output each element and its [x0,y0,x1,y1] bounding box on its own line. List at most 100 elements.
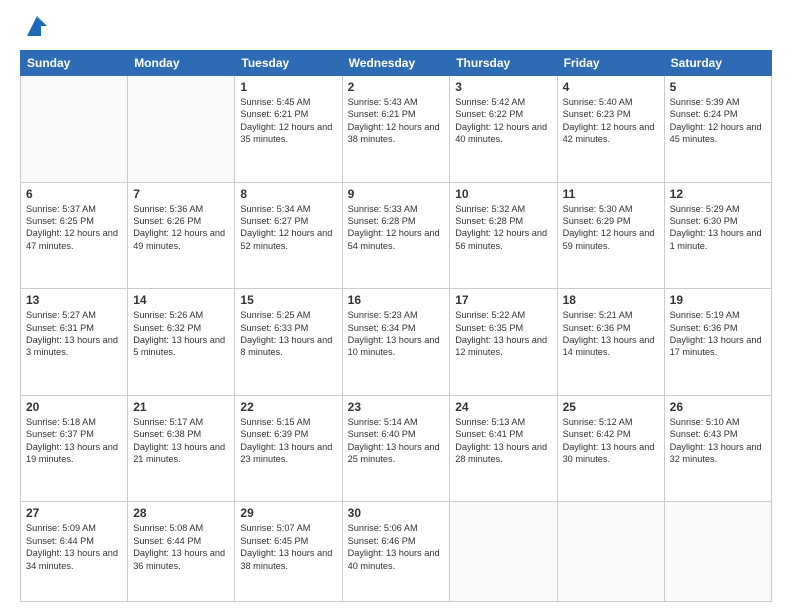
day-number: 12 [670,187,766,201]
calendar-cell: 15 Sunrise: 5:25 AM Sunset: 6:33 PM Dayli… [235,289,342,396]
cell-info: Sunrise: 5:19 AM Sunset: 6:36 PM Dayligh… [670,309,766,359]
calendar-cell: 6Sunrise: 5:37 AM Sunset: 6:25 PM Daylig… [21,182,128,289]
cell-info: Sunrise: 5:26 AM Sunset: 6:32 PM Dayligh… [133,309,229,359]
day-number: 17 [455,293,551,307]
calendar-cell: 23 Sunrise: 5:14 AM Sunset: 6:40 PM Dayli… [342,395,450,502]
calendar-cell: 5Sunrise: 5:39 AM Sunset: 6:24 PM Daylig… [664,76,771,183]
cell-info: Sunrise: 5:32 AM Sunset: 6:28 PM Dayligh… [455,203,551,253]
calendar-cell: 19 Sunrise: 5:19 AM Sunset: 6:36 PM Dayli… [664,289,771,396]
cell-info: Sunrise: 5:07 AM Sunset: 6:45 PM Dayligh… [240,522,336,572]
day-number: 26 [670,400,766,414]
cell-info: Sunrise: 5:36 AM Sunset: 6:26 PM Dayligh… [133,203,229,253]
day-number: 15 [240,293,336,307]
calendar-cell [450,502,557,602]
cell-info: Sunrise: 5:14 AM Sunset: 6:40 PM Dayligh… [348,416,445,466]
cell-info: Sunrise: 5:29 AM Sunset: 6:30 PM Dayligh… [670,203,766,253]
cell-info: Sunrise: 5:45 AM Sunset: 6:21 PM Dayligh… [240,96,336,146]
day-number: 18 [563,293,659,307]
calendar-cell [664,502,771,602]
cell-info: Sunrise: 5:12 AM Sunset: 6:42 PM Dayligh… [563,416,659,466]
header [20,16,772,40]
calendar-cell: 18 Sunrise: 5:21 AM Sunset: 6:36 PM Dayli… [557,289,664,396]
day-number: 23 [348,400,445,414]
cell-info: Sunrise: 5:43 AM Sunset: 6:21 PM Dayligh… [348,96,445,146]
day-number: 14 [133,293,229,307]
weekday-header-saturday: Saturday [664,51,771,76]
logo-icon [23,12,51,40]
calendar-cell [557,502,664,602]
calendar-cell: 30 Sunrise: 5:06 AM Sunset: 6:46 PM Dayli… [342,502,450,602]
calendar-cell: 9 Sunrise: 5:33 AM Sunset: 6:28 PM Daylig… [342,182,450,289]
calendar-cell: 12 Sunrise: 5:29 AM Sunset: 6:30 PM Dayli… [664,182,771,289]
day-number: 30 [348,506,445,520]
week-row-4: 20Sunrise: 5:18 AM Sunset: 6:37 PM Dayli… [21,395,772,502]
cell-info: Sunrise: 5:08 AM Sunset: 6:44 PM Dayligh… [133,522,229,572]
cell-info: Sunrise: 5:09 AM Sunset: 6:44 PM Dayligh… [26,522,122,572]
day-number: 29 [240,506,336,520]
calendar-cell: 28 Sunrise: 5:08 AM Sunset: 6:44 PM Dayli… [128,502,235,602]
day-number: 8 [240,187,336,201]
weekday-header-thursday: Thursday [450,51,557,76]
day-number: 20 [26,400,122,414]
calendar-cell [21,76,128,183]
day-number: 25 [563,400,659,414]
cell-info: Sunrise: 5:17 AM Sunset: 6:38 PM Dayligh… [133,416,229,466]
weekday-header-tuesday: Tuesday [235,51,342,76]
calendar-cell: 13 Sunrise: 5:27 AM Sunset: 6:31 PM Dayli… [21,289,128,396]
calendar-cell [128,76,235,183]
weekday-header-sunday: Sunday [21,51,128,76]
day-number: 24 [455,400,551,414]
cell-info: Sunrise: 5:13 AM Sunset: 6:41 PM Dayligh… [455,416,551,466]
calendar-table: SundayMondayTuesdayWednesdayThursdayFrid… [20,50,772,602]
cell-info: Sunrise: 5:39 AM Sunset: 6:24 PM Dayligh… [670,96,766,146]
cell-info: Sunrise: 5:10 AM Sunset: 6:43 PM Dayligh… [670,416,766,466]
day-number: 19 [670,293,766,307]
calendar-cell: 4Sunrise: 5:40 AM Sunset: 6:23 PM Daylig… [557,76,664,183]
day-number: 21 [133,400,229,414]
calendar-cell: 7 Sunrise: 5:36 AM Sunset: 6:26 PM Daylig… [128,182,235,289]
calendar-cell: 11 Sunrise: 5:30 AM Sunset: 6:29 PM Dayli… [557,182,664,289]
day-number: 10 [455,187,551,201]
cell-info: Sunrise: 5:27 AM Sunset: 6:31 PM Dayligh… [26,309,122,359]
day-number: 16 [348,293,445,307]
cell-info: Sunrise: 5:37 AM Sunset: 6:25 PM Dayligh… [26,203,122,253]
calendar-cell: 16 Sunrise: 5:23 AM Sunset: 6:34 PM Dayli… [342,289,450,396]
week-row-3: 13 Sunrise: 5:27 AM Sunset: 6:31 PM Dayli… [21,289,772,396]
calendar-cell: 10 Sunrise: 5:32 AM Sunset: 6:28 PM Dayli… [450,182,557,289]
week-row-1: 1Sunrise: 5:45 AM Sunset: 6:21 PM Daylig… [21,76,772,183]
calendar-cell: 2 Sunrise: 5:43 AM Sunset: 6:21 PM Daylig… [342,76,450,183]
cell-info: Sunrise: 5:15 AM Sunset: 6:39 PM Dayligh… [240,416,336,466]
calendar-cell: 17 Sunrise: 5:22 AM Sunset: 6:35 PM Dayli… [450,289,557,396]
day-number: 2 [348,80,445,94]
calendar-cell: 20Sunrise: 5:18 AM Sunset: 6:37 PM Dayli… [21,395,128,502]
cell-info: Sunrise: 5:30 AM Sunset: 6:29 PM Dayligh… [563,203,659,253]
cell-info: Sunrise: 5:23 AM Sunset: 6:34 PM Dayligh… [348,309,445,359]
day-number: 3 [455,80,551,94]
day-number: 7 [133,187,229,201]
cell-info: Sunrise: 5:22 AM Sunset: 6:35 PM Dayligh… [455,309,551,359]
calendar-cell: 24 Sunrise: 5:13 AM Sunset: 6:41 PM Dayli… [450,395,557,502]
day-number: 13 [26,293,122,307]
day-number: 22 [240,400,336,414]
calendar-cell: 27Sunrise: 5:09 AM Sunset: 6:44 PM Dayli… [21,502,128,602]
calendar-cell: 1Sunrise: 5:45 AM Sunset: 6:21 PM Daylig… [235,76,342,183]
cell-info: Sunrise: 5:21 AM Sunset: 6:36 PM Dayligh… [563,309,659,359]
calendar-cell: 3Sunrise: 5:42 AM Sunset: 6:22 PM Daylig… [450,76,557,183]
week-row-5: 27Sunrise: 5:09 AM Sunset: 6:44 PM Dayli… [21,502,772,602]
calendar-cell: 21 Sunrise: 5:17 AM Sunset: 6:38 PM Dayli… [128,395,235,502]
calendar-cell: 22 Sunrise: 5:15 AM Sunset: 6:39 PM Dayli… [235,395,342,502]
calendar-cell: 29 Sunrise: 5:07 AM Sunset: 6:45 PM Dayli… [235,502,342,602]
day-number: 28 [133,506,229,520]
weekday-header-monday: Monday [128,51,235,76]
weekday-header-row: SundayMondayTuesdayWednesdayThursdayFrid… [21,51,772,76]
page: SundayMondayTuesdayWednesdayThursdayFrid… [0,0,792,612]
calendar-cell: 26 Sunrise: 5:10 AM Sunset: 6:43 PM Dayli… [664,395,771,502]
cell-info: Sunrise: 5:40 AM Sunset: 6:23 PM Dayligh… [563,96,659,146]
day-number: 9 [348,187,445,201]
cell-info: Sunrise: 5:33 AM Sunset: 6:28 PM Dayligh… [348,203,445,253]
cell-info: Sunrise: 5:34 AM Sunset: 6:27 PM Dayligh… [240,203,336,253]
calendar-cell: 8 Sunrise: 5:34 AM Sunset: 6:27 PM Daylig… [235,182,342,289]
cell-info: Sunrise: 5:25 AM Sunset: 6:33 PM Dayligh… [240,309,336,359]
cell-info: Sunrise: 5:06 AM Sunset: 6:46 PM Dayligh… [348,522,445,572]
day-number: 11 [563,187,659,201]
